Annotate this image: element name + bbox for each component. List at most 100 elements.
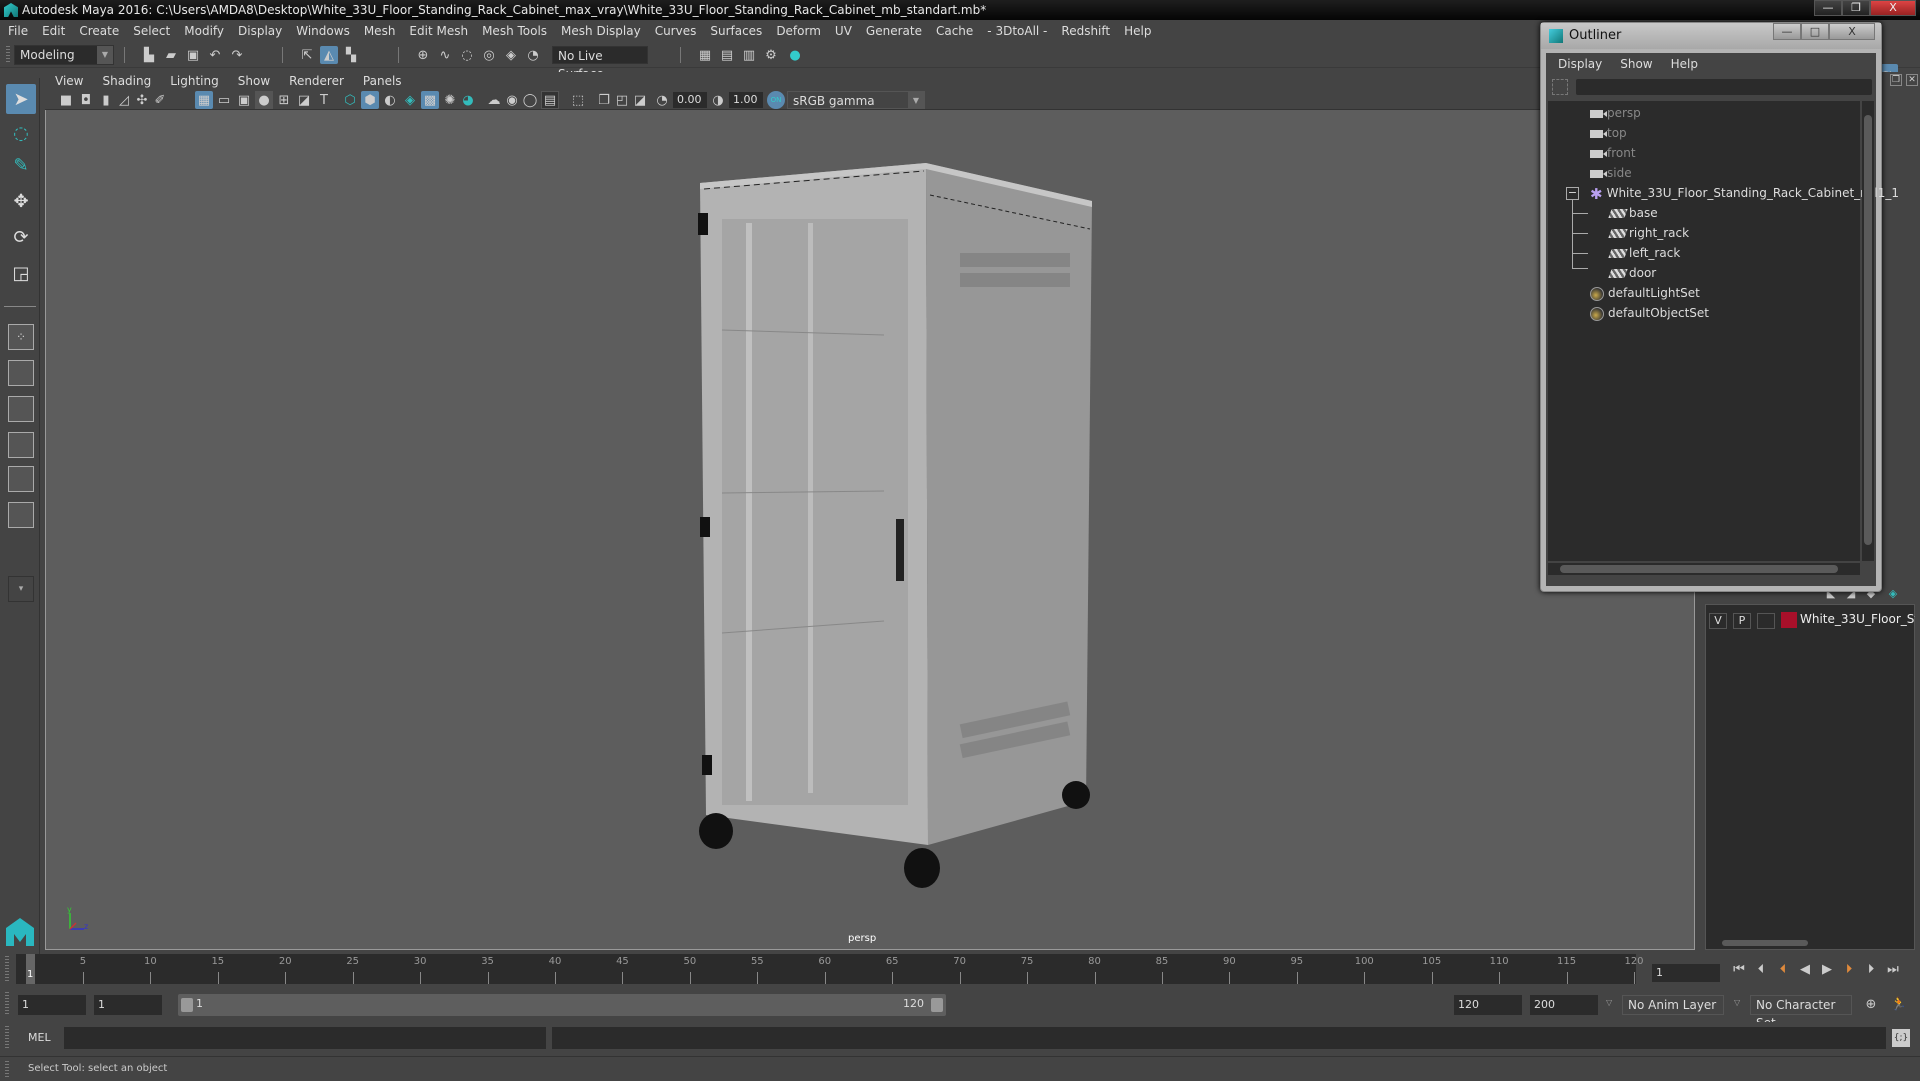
snap-view-plane-icon[interactable]: ◎	[480, 46, 498, 64]
layer-color-swatch[interactable]	[1781, 612, 1797, 628]
select-object-icon[interactable]: ◭	[320, 46, 338, 64]
layout-more-icon[interactable]: ▾	[8, 576, 34, 602]
menu-generate[interactable]: Generate	[866, 24, 922, 38]
outliner-item-default-light-set[interactable]: defaultLightSet	[1590, 283, 1700, 303]
safe-title-icon[interactable]: T	[315, 91, 333, 109]
outliner-vertical-scrollbar[interactable]	[1862, 101, 1874, 561]
menu-create[interactable]: Create	[79, 24, 119, 38]
use-all-lights-icon[interactable]: ✺	[441, 91, 459, 109]
image-plane-icon[interactable]: ◿	[115, 91, 133, 109]
gamma-icon[interactable]: ◑	[709, 91, 727, 109]
range-slider[interactable]: 1 120	[178, 994, 946, 1016]
outliner-menu-show[interactable]: Show	[1620, 57, 1652, 71]
close-button[interactable]: X	[1870, 0, 1916, 16]
grease-pencil-icon[interactable]: ✐	[151, 91, 169, 109]
paint-select-tool-icon[interactable]: ✎	[6, 150, 36, 180]
animation-start-field[interactable]: 1	[18, 995, 86, 1015]
character-set-dropdown[interactable]: No Character Set	[1750, 995, 1852, 1030]
play-forwards-icon[interactable]: ▶	[1818, 962, 1836, 980]
open-scene-icon[interactable]: ▰	[162, 46, 180, 64]
panel-menu-show[interactable]: Show	[238, 74, 270, 88]
animation-preferences-icon[interactable]: 🏃	[1890, 995, 1908, 1013]
collapse-toggle[interactable]: −	[1566, 187, 1579, 200]
step-back-frame-icon[interactable]: ⏴	[1752, 962, 1770, 980]
help-line-grip[interactable]	[5, 1061, 9, 1077]
outliner-title-bar[interactable]: Outliner — □ X	[1541, 23, 1881, 49]
outliner-horizontal-scrollbar[interactable]	[1548, 563, 1860, 575]
single-perspective-layout-icon[interactable]: ⁘	[8, 324, 34, 350]
outliner-item-group[interactable]: ✱ White_33U_Floor_Standing_Rack_Cabinet_n…	[1590, 183, 1899, 203]
menu-uv[interactable]: UV	[835, 24, 852, 38]
xray-active-components-icon[interactable]: ◰	[613, 91, 631, 109]
live-surface-field[interactable]: No Live Surface	[552, 46, 648, 81]
current-frame-field[interactable]: 1	[1652, 964, 1720, 982]
shelf-grip[interactable]	[6, 46, 10, 64]
time-slider[interactable]: 1 5 10 15 20 25 30 35 40 45 50 55 60 65 70 75 80 85 90 95 1…	[16, 954, 1644, 984]
float-panel-icon[interactable]: ❐	[1890, 74, 1902, 86]
camera-attributes-icon[interactable]: ◘	[77, 91, 95, 109]
depth-of-field-icon[interactable]: ▤	[541, 91, 559, 109]
step-forward-key-icon[interactable]: ⏵	[1840, 962, 1858, 980]
playback-start-field[interactable]: 1	[94, 995, 162, 1015]
default-material-icon[interactable]: ◐	[381, 91, 399, 109]
motion-blur-icon[interactable]: ◉	[503, 91, 521, 109]
2d-pan-zoom-icon[interactable]: ✣	[133, 91, 151, 109]
hypershade-icon[interactable]: ●	[786, 46, 804, 64]
range-start-handle[interactable]	[181, 998, 193, 1012]
xray-joints-icon[interactable]: ◪	[631, 91, 649, 109]
outliner-maximize-button[interactable]: □	[1801, 23, 1829, 40]
menu-surfaces[interactable]: Surfaces	[710, 24, 762, 38]
select-tool-icon[interactable]: ➤	[6, 84, 36, 114]
outliner-item-top[interactable]: top	[1590, 123, 1627, 143]
make-live-icon[interactable]: ◔	[524, 46, 542, 64]
render-current-frame-icon[interactable]: ▦	[696, 46, 714, 64]
panel-menu-renderer[interactable]: Renderer	[289, 74, 344, 88]
outliner-item-persp[interactable]: persp	[1590, 103, 1641, 123]
new-scene-icon[interactable]: ▙	[140, 46, 158, 64]
menu-file[interactable]: File	[8, 24, 28, 38]
snap-curve-icon[interactable]: ∿	[436, 46, 454, 64]
outliner-item-default-object-set[interactable]: defaultObjectSet	[1590, 303, 1709, 323]
camera-select-icon[interactable]: ■	[57, 91, 75, 109]
wireframe-on-shaded-icon[interactable]: ◈	[401, 91, 419, 109]
rack-cabinet-model[interactable]	[46, 73, 1696, 951]
anti-aliasing-icon[interactable]: ◯	[521, 91, 539, 109]
menu-display[interactable]: Display	[238, 24, 282, 38]
close-panel-icon[interactable]: ✕	[1906, 74, 1918, 86]
menu-deform[interactable]: Deform	[776, 24, 821, 38]
save-scene-icon[interactable]: ▣	[184, 46, 202, 64]
resolution-gate-icon[interactable]: ▣	[235, 91, 253, 109]
command-language-label[interactable]: MEL	[28, 1031, 51, 1044]
outliner-menu-display[interactable]: Display	[1558, 57, 1602, 71]
new-layer-selected-icon[interactable]: ◈	[1884, 584, 1902, 602]
safe-action-icon[interactable]: ◪	[295, 91, 313, 109]
range-grip[interactable]	[5, 992, 9, 1016]
go-to-start-icon[interactable]: ⏮	[1730, 962, 1748, 980]
screen-space-ao-icon[interactable]: ☁	[485, 91, 503, 109]
persp-outliner-layout-icon[interactable]	[8, 396, 34, 422]
grid-icon[interactable]: ▦	[195, 91, 213, 109]
menu-edit-mesh[interactable]: Edit Mesh	[409, 24, 468, 38]
step-forward-frame-icon[interactable]: ⏵	[1862, 962, 1880, 980]
chevron-down-icon[interactable]: ▽	[1606, 998, 1612, 1007]
four-view-layout-icon[interactable]	[8, 360, 34, 386]
play-backwards-icon[interactable]: ◀	[1796, 962, 1814, 980]
anim-layer-dropdown[interactable]: No Anim Layer	[1622, 995, 1724, 1015]
outliner-item-right-rack[interactable]: right_rack	[1608, 223, 1689, 243]
snap-point-icon[interactable]: ◌	[458, 46, 476, 64]
playback-end-field[interactable]: 120	[1454, 995, 1522, 1015]
field-chart-icon[interactable]: ⊞	[275, 91, 293, 109]
panel-menu-lighting[interactable]: Lighting	[170, 74, 219, 88]
panel-menu-panels[interactable]: Panels	[363, 74, 402, 88]
gamma-field[interactable]: 1.00	[729, 92, 763, 108]
color-management-toggle[interactable]: ON	[767, 91, 785, 109]
filter-icon[interactable]	[1552, 79, 1568, 95]
bookmark-icon[interactable]: ▮	[97, 91, 115, 109]
ipr-render-icon[interactable]: ▥	[740, 46, 758, 64]
menu-set-dropdown[interactable]: Modeling ▼	[14, 45, 114, 65]
menu-cache[interactable]: Cache	[936, 24, 973, 38]
snap-live-icon[interactable]: ◈	[502, 46, 520, 64]
minimize-button[interactable]: —	[1814, 0, 1842, 16]
range-end-handle[interactable]	[931, 998, 943, 1012]
move-tool-icon[interactable]: ✥	[6, 186, 36, 216]
